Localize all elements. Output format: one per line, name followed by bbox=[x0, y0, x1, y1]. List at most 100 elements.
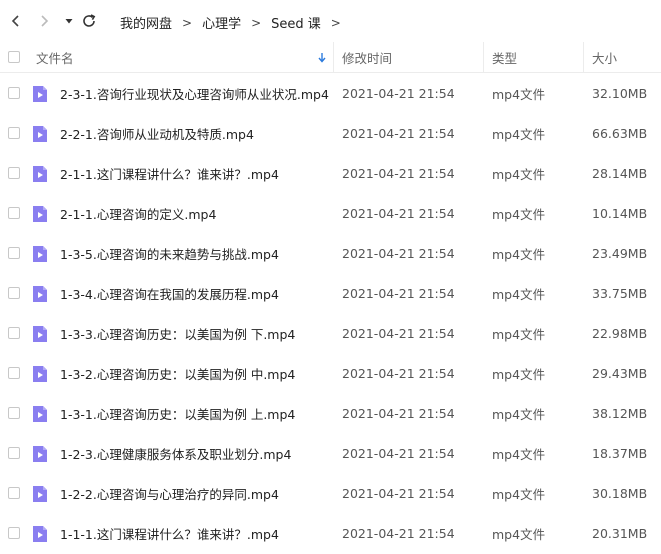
column-header-size[interactable]: 大小 bbox=[592, 42, 617, 72]
file-size: 28.14MB bbox=[592, 165, 648, 181]
row-checkbox[interactable] bbox=[8, 527, 20, 539]
table-row[interactable]: 2-2-1.咨询师从业动机及特质.mp4 2021-04-21 21:54 mp… bbox=[0, 113, 661, 153]
table-row[interactable]: 1-3-1.心理咨询历史：以美国为例 上.mp4 2021-04-21 21:5… bbox=[0, 393, 661, 433]
file-modified-time: 2021-04-21 21:54 bbox=[342, 525, 455, 541]
table-row[interactable]: 1-3-3.心理咨询历史：以美国为例 下.mp4 2021-04-21 21:5… bbox=[0, 313, 661, 353]
row-checkbox[interactable] bbox=[8, 207, 20, 219]
column-divider[interactable] bbox=[583, 42, 584, 72]
video-file-icon bbox=[33, 166, 47, 182]
file-name[interactable]: 1-2-2.心理咨询与心理治疗的异同.mp4 bbox=[60, 473, 279, 513]
chevron-right-icon bbox=[41, 15, 49, 27]
table-row[interactable]: 2-1-1.这门课程讲什么？谁来讲？.mp4 2021-04-21 21:54 … bbox=[0, 153, 661, 193]
breadcrumb-separator: > bbox=[251, 15, 262, 30]
row-checkbox[interactable] bbox=[8, 167, 20, 179]
row-checkbox[interactable] bbox=[8, 287, 20, 299]
file-modified-time: 2021-04-21 21:54 bbox=[342, 285, 455, 301]
file-name[interactable]: 2-3-1.咨询行业现状及心理咨询师从业状况.mp4 bbox=[60, 73, 329, 113]
column-header-type[interactable]: 类型 bbox=[492, 42, 517, 72]
table-row[interactable]: 1-2-3.心理健康服务体系及职业划分.mp4 2021-04-21 21:54… bbox=[0, 433, 661, 473]
row-checkbox[interactable] bbox=[8, 127, 20, 139]
video-file-icon bbox=[33, 366, 47, 382]
file-size: 18.37MB bbox=[592, 445, 648, 461]
row-checkbox[interactable] bbox=[8, 327, 20, 339]
column-divider[interactable] bbox=[483, 42, 484, 72]
file-name[interactable]: 2-2-1.咨询师从业动机及特质.mp4 bbox=[60, 113, 254, 153]
breadcrumb-separator: > bbox=[330, 15, 341, 30]
file-type: mp4文件 bbox=[492, 406, 546, 422]
table-row[interactable]: 1-3-5.心理咨询的未来趋势与挑战.mp4 2021-04-21 21:54 … bbox=[0, 233, 661, 273]
file-type: mp4文件 bbox=[492, 166, 546, 182]
file-name[interactable]: 1-3-1.心理咨询历史：以美国为例 上.mp4 bbox=[60, 393, 295, 433]
row-checkbox[interactable] bbox=[8, 447, 20, 459]
breadcrumb-item-root[interactable]: 我的网盘 bbox=[120, 13, 172, 32]
table-row[interactable]: 1-1-1.这门课程讲什么？谁来讲？.mp4 2021-04-21 21:54 … bbox=[0, 513, 661, 553]
video-file-icon bbox=[33, 326, 47, 342]
video-file-icon bbox=[33, 486, 47, 502]
video-file-icon bbox=[33, 246, 47, 262]
breadcrumb-item-current[interactable]: Seed 课 bbox=[271, 13, 321, 32]
file-name[interactable]: 1-3-4.心理咨询在我国的发展历程.mp4 bbox=[60, 273, 279, 313]
file-type: mp4文件 bbox=[492, 486, 546, 502]
file-list: 2-3-1.咨询行业现状及心理咨询师从业状况.mp4 2021-04-21 21… bbox=[0, 73, 661, 553]
video-file-icon bbox=[33, 126, 47, 142]
breadcrumb-separator: > bbox=[182, 15, 193, 30]
table-row[interactable]: 1-2-2.心理咨询与心理治疗的异同.mp4 2021-04-21 21:54 … bbox=[0, 473, 661, 513]
file-modified-time: 2021-04-21 21:54 bbox=[342, 405, 455, 421]
column-header-name[interactable]: 文件名 bbox=[36, 42, 74, 72]
column-header-modified[interactable]: 修改时间 bbox=[342, 42, 392, 72]
file-modified-time: 2021-04-21 21:54 bbox=[342, 205, 455, 221]
file-size: 29.43MB bbox=[592, 365, 648, 381]
sort-down-arrow-icon[interactable] bbox=[317, 52, 327, 63]
file-name[interactable]: 2-1-1.这门课程讲什么？谁来讲？.mp4 bbox=[60, 153, 279, 193]
video-file-icon bbox=[33, 86, 47, 102]
file-name[interactable]: 1-3-2.心理咨询历史：以美国为例 中.mp4 bbox=[60, 353, 295, 393]
file-type: mp4文件 bbox=[492, 246, 546, 262]
navigation-bar: 我的网盘 > 心理学 > Seed 课 > bbox=[0, 0, 661, 42]
file-modified-time: 2021-04-21 21:54 bbox=[342, 365, 455, 381]
file-type: mp4文件 bbox=[492, 526, 546, 542]
column-divider[interactable] bbox=[333, 42, 334, 72]
refresh-button[interactable] bbox=[79, 11, 99, 31]
file-modified-time: 2021-04-21 21:54 bbox=[342, 485, 455, 501]
row-checkbox[interactable] bbox=[8, 367, 20, 379]
file-name[interactable]: 1-2-3.心理健康服务体系及职业划分.mp4 bbox=[60, 433, 291, 473]
table-row[interactable]: 2-3-1.咨询行业现状及心理咨询师从业状况.mp4 2021-04-21 21… bbox=[0, 73, 661, 113]
file-size: 22.98MB bbox=[592, 325, 648, 341]
file-size: 38.12MB bbox=[592, 405, 648, 421]
breadcrumb: 我的网盘 > 心理学 > Seed 课 > bbox=[120, 13, 351, 33]
file-modified-time: 2021-04-21 21:54 bbox=[342, 165, 455, 181]
video-file-icon bbox=[33, 526, 47, 542]
video-file-icon bbox=[33, 286, 47, 302]
file-size: 10.14MB bbox=[592, 205, 648, 221]
table-row[interactable]: 1-3-4.心理咨询在我国的发展历程.mp4 2021-04-21 21:54 … bbox=[0, 273, 661, 313]
file-size: 30.18MB bbox=[592, 485, 648, 501]
chevron-left-icon bbox=[11, 15, 19, 27]
back-button[interactable] bbox=[6, 11, 26, 31]
file-size: 23.49MB bbox=[592, 245, 648, 261]
table-row[interactable]: 1-3-2.心理咨询历史：以美国为例 中.mp4 2021-04-21 21:5… bbox=[0, 353, 661, 393]
row-checkbox[interactable] bbox=[8, 87, 20, 99]
row-checkbox[interactable] bbox=[8, 247, 20, 259]
file-type: mp4文件 bbox=[492, 446, 546, 462]
file-name[interactable]: 1-1-1.这门课程讲什么？谁来讲？.mp4 bbox=[60, 513, 279, 553]
row-checkbox[interactable] bbox=[8, 407, 20, 419]
file-list-header: 文件名 修改时间 类型 大小 bbox=[0, 42, 661, 73]
file-modified-time: 2021-04-21 21:54 bbox=[342, 445, 455, 461]
file-name[interactable]: 1-3-5.心理咨询的未来趋势与挑战.mp4 bbox=[60, 233, 279, 273]
select-all-checkbox[interactable] bbox=[8, 51, 20, 63]
file-name[interactable]: 1-3-3.心理咨询历史：以美国为例 下.mp4 bbox=[60, 313, 295, 353]
forward-button[interactable] bbox=[34, 11, 54, 31]
video-file-icon bbox=[33, 206, 47, 222]
history-dropdown-button[interactable] bbox=[59, 11, 79, 31]
refresh-icon bbox=[83, 14, 96, 27]
breadcrumb-item-folder[interactable]: 心理学 bbox=[202, 13, 241, 32]
file-modified-time: 2021-04-21 21:54 bbox=[342, 125, 455, 141]
video-file-icon bbox=[33, 406, 47, 422]
caret-down-icon bbox=[65, 19, 73, 24]
video-file-icon bbox=[33, 446, 47, 462]
file-name[interactable]: 2-1-1.心理咨询的定义.mp4 bbox=[60, 193, 216, 233]
table-row[interactable]: 2-1-1.心理咨询的定义.mp4 2021-04-21 21:54 mp4文件… bbox=[0, 193, 661, 233]
row-checkbox[interactable] bbox=[8, 487, 20, 499]
file-type: mp4文件 bbox=[492, 326, 546, 342]
file-modified-time: 2021-04-21 21:54 bbox=[342, 85, 455, 101]
